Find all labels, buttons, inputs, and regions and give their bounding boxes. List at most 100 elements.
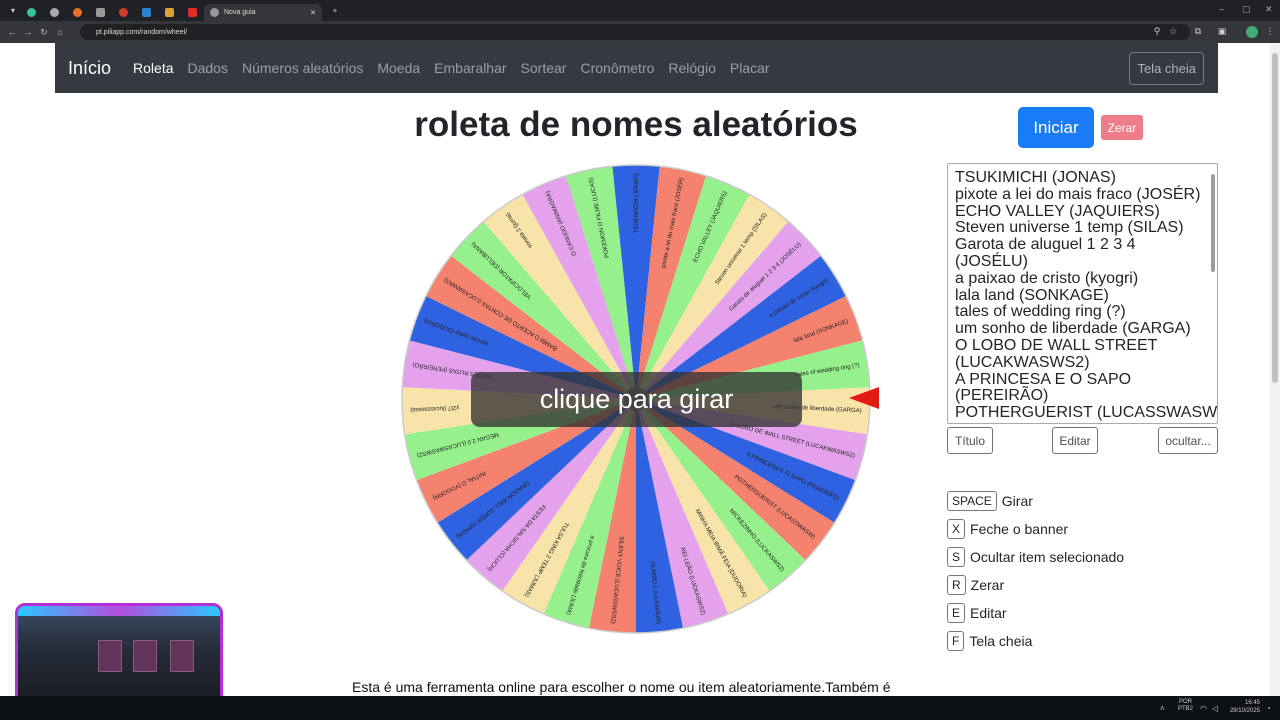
names-list-line: (LUCAKWASWS2) bbox=[955, 353, 1090, 371]
tab-favicon-icon bbox=[73, 8, 82, 17]
browser-tab[interactable] bbox=[20, 4, 43, 21]
browser-tab[interactable] bbox=[66, 4, 89, 21]
page-title: roleta de nomes aleatórios bbox=[414, 105, 858, 144]
reload-icon[interactable]: ↻ bbox=[36, 27, 52, 38]
extensions-icon[interactable]: ⧉ bbox=[1192, 26, 1204, 38]
bookmark-star-icon[interactable]: ☆ bbox=[1167, 26, 1179, 38]
shortcut-key: F bbox=[947, 631, 965, 651]
title-button[interactable]: Título bbox=[947, 427, 993, 454]
names-list-line: lala land (SONKAGE) bbox=[955, 286, 1109, 304]
nav-link-moeda[interactable]: Moeda bbox=[377, 60, 420, 76]
minimize-icon[interactable]: – bbox=[1219, 4, 1224, 14]
url-text: pt.piliapp.com/random/wheel/ bbox=[96, 28, 188, 36]
tab-favicon-icon bbox=[119, 8, 128, 17]
webcam-light-strip bbox=[18, 606, 220, 616]
close-tab-icon[interactable]: ✕ bbox=[310, 9, 316, 17]
webcam-poster bbox=[133, 640, 157, 672]
nav-link-placar[interactable]: Placar bbox=[730, 60, 770, 76]
shortcut-key: R bbox=[947, 575, 966, 595]
browser-tab[interactable] bbox=[158, 4, 181, 21]
names-list-line: TSUKIMICHI (JONAS) bbox=[955, 169, 1116, 186]
names-list-line: pixote a lei do mais fraco (JOSÉR) bbox=[955, 185, 1201, 203]
browser-toolbar: ← → ↻ ⌂ pt.piliapp.com/random/wheel/ ⚲ ☆… bbox=[0, 21, 1280, 43]
language-layout: PTB2 bbox=[1178, 706, 1194, 712]
hide-button[interactable]: ocultar... bbox=[1158, 427, 1218, 454]
profile-avatar[interactable] bbox=[1246, 26, 1258, 38]
tab-title: Nova guia bbox=[224, 9, 256, 16]
home-icon[interactable]: ⌂ bbox=[52, 27, 68, 37]
browser-tab-bar: ▾ Nova guia ✕ + – ▢ ✕ bbox=[0, 0, 1280, 21]
page-scrollbar[interactable] bbox=[1270, 43, 1280, 696]
back-icon[interactable]: ← bbox=[4, 27, 20, 37]
tray-chevron-icon[interactable]: ˄ bbox=[1160, 704, 1165, 713]
new-tab-icon[interactable]: + bbox=[328, 4, 342, 18]
start-button[interactable]: Iniciar bbox=[1018, 107, 1094, 148]
names-list-line: A PRINCESA E O SAPO bbox=[955, 370, 1132, 388]
description-text: Esta é uma ferramenta online para escolh… bbox=[352, 679, 891, 695]
browser-tab[interactable] bbox=[43, 4, 66, 21]
names-textarea[interactable]: TSUKIMICHI (JONAS) pixote a lei do mais f… bbox=[947, 163, 1218, 424]
edit-button[interactable]: Editar bbox=[1052, 427, 1098, 454]
shortcut-label: Tela cheia bbox=[969, 633, 1033, 649]
browser-tab[interactable] bbox=[135, 4, 158, 21]
site-navbar: Início Roleta Dados Números aleatórios M… bbox=[55, 43, 1218, 93]
clock[interactable]: 16:45 28/10/2025 bbox=[1228, 699, 1260, 715]
tab-favicon-icon bbox=[210, 8, 219, 17]
names-list-line: O LOBO DE WALL STREET bbox=[955, 336, 1158, 354]
maximize-icon[interactable]: ▢ bbox=[1242, 4, 1251, 15]
tab-favicon-icon bbox=[96, 8, 105, 17]
shortcut-label: Ocultar item selecionado bbox=[970, 549, 1125, 565]
tab-menu-icon[interactable]: ▾ bbox=[6, 4, 20, 18]
nav-link-relogio[interactable]: Relógio bbox=[668, 60, 715, 76]
shortcut-label: Zerar bbox=[970, 577, 1005, 593]
notification-bell-icon[interactable]: ◔ bbox=[1266, 704, 1271, 713]
names-list-line: (PEREIRÃO) bbox=[955, 387, 1049, 405]
close-window-icon[interactable]: ✕ bbox=[1265, 4, 1273, 15]
names-scrollbar[interactable] bbox=[1210, 168, 1216, 421]
page-scrollbar-thumb[interactable] bbox=[1272, 53, 1278, 383]
wifi-icon[interactable]: ◠ bbox=[1200, 704, 1207, 713]
nav-link-cronometro[interactable]: Cronômetro bbox=[580, 60, 654, 76]
forward-icon[interactable]: → bbox=[20, 27, 36, 37]
language-code: POR bbox=[1179, 699, 1193, 705]
shortcut-key: S bbox=[947, 547, 966, 567]
zoom-icon[interactable]: ⚲ bbox=[1151, 26, 1163, 38]
shortcut-key: X bbox=[947, 519, 966, 539]
nav-link-dados[interactable]: Dados bbox=[188, 60, 228, 76]
shortcut-label: Feche o banner bbox=[970, 521, 1069, 537]
shortcut-label: Editar bbox=[970, 605, 1007, 621]
browser-tab[interactable] bbox=[89, 4, 112, 21]
names-list-line: a paixao de cristo (kyogri) bbox=[955, 269, 1139, 287]
clock-time: 16:45 bbox=[1244, 700, 1260, 706]
tab-favicon-icon bbox=[142, 8, 151, 17]
names-list-line: (JOSÉLU) bbox=[955, 252, 1028, 270]
browser-tab[interactable] bbox=[112, 4, 135, 21]
nav-link-numeros[interactable]: Números aleatórios bbox=[242, 60, 363, 76]
names-list-line: tales of wedding ring (?) bbox=[955, 303, 1126, 321]
nav-link-sortear[interactable]: Sortear bbox=[521, 60, 567, 76]
fullscreen-button[interactable]: Tela cheia bbox=[1129, 52, 1204, 85]
address-bar[interactable]: pt.piliapp.com/random/wheel/ bbox=[80, 24, 1190, 40]
webcam-poster bbox=[98, 640, 122, 672]
names-list-line: POTHERGUERIST (LUCASSWASW) bbox=[955, 404, 1218, 422]
tab-favicon-icon bbox=[50, 8, 59, 17]
names-list-line: Garota de aluguel 1 2 3 4 bbox=[955, 236, 1136, 254]
reset-button[interactable]: Zerar bbox=[1101, 115, 1143, 140]
nav-link-roleta[interactable]: Roleta bbox=[133, 60, 173, 76]
nav-link-embaralhar[interactable]: Embaralhar bbox=[434, 60, 506, 76]
shortcut-row: R Zerar bbox=[947, 571, 1124, 599]
volume-icon[interactable]: ◁ bbox=[1212, 704, 1218, 713]
browser-menu-icon[interactable]: ⋮ bbox=[1264, 26, 1276, 38]
tab-search-icon[interactable]: ▣ bbox=[1216, 26, 1228, 38]
wheel-segment-label: TSUKIMICHI (JONAS) bbox=[634, 173, 640, 233]
shortcut-label: Girar bbox=[1001, 493, 1033, 509]
language-indicator[interactable]: POR PTB2 bbox=[1178, 699, 1193, 713]
names-list-line: Steven universe 1 temp (SILAS) bbox=[955, 219, 1184, 237]
browser-tab[interactable] bbox=[181, 4, 204, 21]
wheel-pointer-icon bbox=[849, 387, 879, 409]
names-scrollbar-thumb[interactable] bbox=[1211, 174, 1215, 272]
spin-overlay[interactable]: clique para girar bbox=[471, 372, 802, 427]
navbar-brand[interactable]: Início bbox=[68, 58, 111, 79]
browser-tab-active[interactable]: Nova guia ✕ bbox=[204, 4, 322, 21]
names-list-line: um sonho de liberdade (GARGA) bbox=[955, 320, 1191, 338]
